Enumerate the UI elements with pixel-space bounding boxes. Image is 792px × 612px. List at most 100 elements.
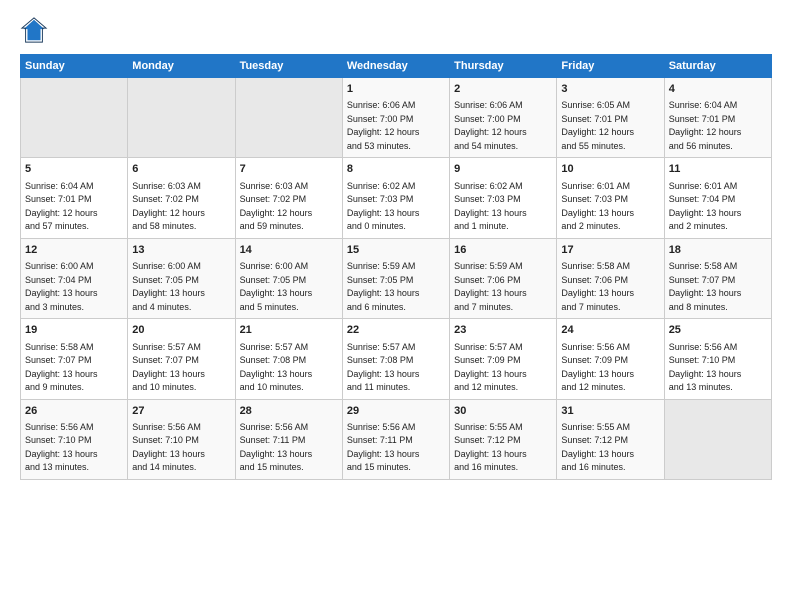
day-number: 2 [454,82,552,97]
day-info: Sunrise: 6:02 AM Sunset: 7:03 PM Dayligh… [454,180,552,234]
day-number: 20 [132,323,230,338]
calendar-cell: 22 Sunrise: 5:57 AM Sunset: 7:08 PM Dayli… [342,319,449,399]
day-info: Sunrise: 6:03 AM Sunset: 7:02 PM Dayligh… [240,180,338,234]
day-number: 22 [347,323,445,338]
page: SundayMondayTuesdayWednesdayThursdayFrid… [0,0,792,490]
day-info: Sunrise: 5:55 AM Sunset: 7:12 PM Dayligh… [454,421,552,475]
day-number: 6 [132,162,230,177]
calendar-cell: 30 Sunrise: 5:55 AM Sunset: 7:12 PM Dayli… [450,399,557,479]
day-number: 28 [240,404,338,419]
calendar-cell: 5 Sunrise: 6:04 AM Sunset: 7:01 PM Daylig… [21,158,128,238]
calendar-cell [235,78,342,158]
col-header-sunday: Sunday [21,55,128,78]
day-info: Sunrise: 6:06 AM Sunset: 7:00 PM Dayligh… [347,99,445,153]
day-number: 26 [25,404,123,419]
header [20,16,772,44]
calendar-cell: 4Sunrise: 6:04 AM Sunset: 7:01 PM Daylig… [664,78,771,158]
day-number: 12 [25,243,123,258]
calendar-table: SundayMondayTuesdayWednesdayThursdayFrid… [20,54,772,480]
calendar-cell: 16 Sunrise: 5:59 AM Sunset: 7:06 PM Dayli… [450,238,557,318]
calendar-cell: 27 Sunrise: 5:56 AM Sunset: 7:10 PM Dayli… [128,399,235,479]
day-info: Sunrise: 6:02 AM Sunset: 7:03 PM Dayligh… [347,180,445,234]
calendar-cell: 9 Sunrise: 6:02 AM Sunset: 7:03 PM Daylig… [450,158,557,238]
calendar-cell: 18 Sunrise: 5:58 AM Sunset: 7:07 PM Dayli… [664,238,771,318]
day-number: 21 [240,323,338,338]
day-number: 27 [132,404,230,419]
day-number: 17 [561,243,659,258]
day-info: Sunrise: 6:04 AM Sunset: 7:01 PM Dayligh… [669,99,767,153]
day-number: 31 [561,404,659,419]
day-info: Sunrise: 5:56 AM Sunset: 7:10 PM Dayligh… [669,341,767,395]
day-info: Sunrise: 5:59 AM Sunset: 7:05 PM Dayligh… [347,260,445,314]
calendar-cell: 29Sunrise: 5:56 AM Sunset: 7:11 PM Dayli… [342,399,449,479]
day-number: 3 [561,82,659,97]
day-number: 9 [454,162,552,177]
day-number: 8 [347,162,445,177]
calendar-cell: 14 Sunrise: 6:00 AM Sunset: 7:05 PM Dayli… [235,238,342,318]
calendar-cell [128,78,235,158]
day-number: 15 [347,243,445,258]
calendar-cell: 6 Sunrise: 6:03 AM Sunset: 7:02 PM Daylig… [128,158,235,238]
calendar-week-3: 12 Sunrise: 6:00 AM Sunset: 7:04 PM Dayli… [21,238,772,318]
day-number: 24 [561,323,659,338]
day-info: Sunrise: 5:56 AM Sunset: 7:09 PM Dayligh… [561,341,659,395]
calendar-week-2: 5 Sunrise: 6:04 AM Sunset: 7:01 PM Daylig… [21,158,772,238]
day-number: 14 [240,243,338,258]
day-info: Sunrise: 6:00 AM Sunset: 7:05 PM Dayligh… [240,260,338,314]
col-header-friday: Friday [557,55,664,78]
calendar-cell: 28 Sunrise: 5:56 AM Sunset: 7:11 PM Dayli… [235,399,342,479]
day-info: Sunrise: 6:00 AM Sunset: 7:04 PM Dayligh… [25,260,123,314]
day-number: 30 [454,404,552,419]
day-info: Sunrise: 5:56 AM Sunset: 7:11 PM Dayligh… [240,421,338,475]
day-number: 5 [25,162,123,177]
col-header-thursday: Thursday [450,55,557,78]
day-info: Sunrise: 6:01 AM Sunset: 7:04 PM Dayligh… [669,180,767,234]
day-info: Sunrise: 5:55 AM Sunset: 7:12 PM Dayligh… [561,421,659,475]
day-info: Sunrise: 5:57 AM Sunset: 7:08 PM Dayligh… [347,341,445,395]
day-number: 18 [669,243,767,258]
calendar-cell: 25 Sunrise: 5:56 AM Sunset: 7:10 PM Dayli… [664,319,771,399]
day-info: Sunrise: 5:59 AM Sunset: 7:06 PM Dayligh… [454,260,552,314]
calendar-cell: 17 Sunrise: 5:58 AM Sunset: 7:06 PM Dayli… [557,238,664,318]
calendar-cell: 21 Sunrise: 5:57 AM Sunset: 7:08 PM Dayli… [235,319,342,399]
day-number: 16 [454,243,552,258]
calendar-cell: 12 Sunrise: 6:00 AM Sunset: 7:04 PM Dayli… [21,238,128,318]
day-number: 29 [347,404,445,419]
calendar-cell [21,78,128,158]
day-info: Sunrise: 5:56 AM Sunset: 7:10 PM Dayligh… [132,421,230,475]
day-info: Sunrise: 5:58 AM Sunset: 7:07 PM Dayligh… [25,341,123,395]
day-info: Sunrise: 5:58 AM Sunset: 7:06 PM Dayligh… [561,260,659,314]
calendar-cell: 1 Sunrise: 6:06 AM Sunset: 7:00 PM Daylig… [342,78,449,158]
col-header-wednesday: Wednesday [342,55,449,78]
day-info: Sunrise: 6:05 AM Sunset: 7:01 PM Dayligh… [561,99,659,153]
calendar-cell: 7Sunrise: 6:03 AM Sunset: 7:02 PM Daylig… [235,158,342,238]
calendar-cell: 10Sunrise: 6:01 AM Sunset: 7:03 PM Dayli… [557,158,664,238]
calendar-cell: 11 Sunrise: 6:01 AM Sunset: 7:04 PM Dayli… [664,158,771,238]
calendar-cell: 19Sunrise: 5:58 AM Sunset: 7:07 PM Dayli… [21,319,128,399]
day-info: Sunrise: 6:04 AM Sunset: 7:01 PM Dayligh… [25,180,123,234]
calendar-cell: 31 Sunrise: 5:55 AM Sunset: 7:12 PM Dayli… [557,399,664,479]
calendar-cell: 24 Sunrise: 5:56 AM Sunset: 7:09 PM Dayli… [557,319,664,399]
calendar-week-4: 19Sunrise: 5:58 AM Sunset: 7:07 PM Dayli… [21,319,772,399]
calendar-cell [664,399,771,479]
col-header-tuesday: Tuesday [235,55,342,78]
calendar-cell: 3 Sunrise: 6:05 AM Sunset: 7:01 PM Daylig… [557,78,664,158]
day-number: 25 [669,323,767,338]
day-info: Sunrise: 6:00 AM Sunset: 7:05 PM Dayligh… [132,260,230,314]
day-info: Sunrise: 5:57 AM Sunset: 7:09 PM Dayligh… [454,341,552,395]
day-number: 11 [669,162,767,177]
calendar-cell: 8 Sunrise: 6:02 AM Sunset: 7:03 PM Daylig… [342,158,449,238]
day-info: Sunrise: 5:56 AM Sunset: 7:10 PM Dayligh… [25,421,123,475]
col-header-monday: Monday [128,55,235,78]
logo [20,16,52,44]
day-info: Sunrise: 6:06 AM Sunset: 7:00 PM Dayligh… [454,99,552,153]
calendar-cell: 23Sunrise: 5:57 AM Sunset: 7:09 PM Dayli… [450,319,557,399]
day-number: 1 [347,82,445,97]
calendar-cell: 2 Sunrise: 6:06 AM Sunset: 7:00 PM Daylig… [450,78,557,158]
day-info: Sunrise: 6:03 AM Sunset: 7:02 PM Dayligh… [132,180,230,234]
calendar-week-1: 1 Sunrise: 6:06 AM Sunset: 7:00 PM Daylig… [21,78,772,158]
day-info: Sunrise: 5:57 AM Sunset: 7:08 PM Dayligh… [240,341,338,395]
day-info: Sunrise: 6:01 AM Sunset: 7:03 PM Dayligh… [561,180,659,234]
day-info: Sunrise: 5:58 AM Sunset: 7:07 PM Dayligh… [669,260,767,314]
calendar-cell: 15 Sunrise: 5:59 AM Sunset: 7:05 PM Dayli… [342,238,449,318]
